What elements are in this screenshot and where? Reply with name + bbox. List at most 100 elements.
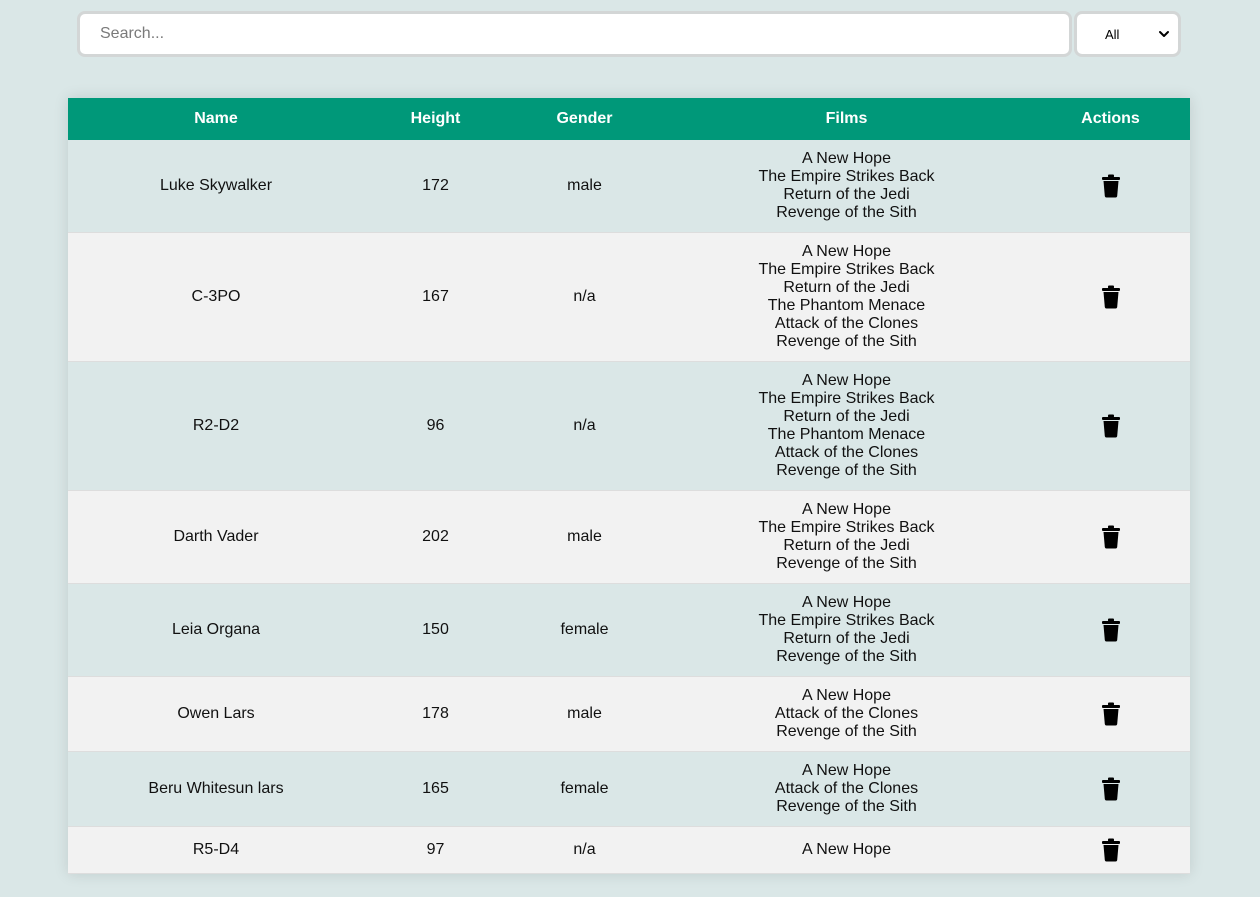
cell-films: A New Hope Attack of the Clones Revenge of… — [662, 677, 1031, 752]
film-item: Revenge of the Sith — [776, 462, 917, 479]
table-row: Beru Whitesun lars 165 female A New Hope Att… — [68, 751, 1190, 827]
film-item: A New Hope — [802, 243, 891, 260]
films-list: A New Hope The Empire Strikes Back Return … — [662, 594, 1031, 666]
films-list: A New Hope The Empire Strikes Back Return … — [662, 501, 1031, 573]
table-row: Luke Skywalker 172 male A New Hope The Empir… — [68, 140, 1190, 233]
film-item: Return of the Jedi — [783, 279, 910, 296]
filter-select[interactable]: All — [1074, 11, 1181, 57]
film-item: The Phantom Menace — [767, 297, 926, 314]
films-list: A New Hope The Empire Strikes Back Return … — [662, 243, 1031, 351]
cell-gender: male — [567, 528, 602, 545]
cell-gender: n/a — [573, 288, 596, 305]
cell-height: 167 — [422, 288, 449, 305]
column-header-name[interactable]: Name — [68, 98, 364, 140]
trash-icon[interactable] — [1100, 524, 1122, 550]
chevron-down-icon — [1158, 28, 1170, 40]
cell-gender: n/a — [573, 417, 596, 434]
search-input[interactable] — [77, 11, 1072, 57]
film-item: A New Hope — [802, 841, 891, 858]
table-row: R2-D2 96 n/a A New Hope The Empire Strikes B… — [68, 361, 1190, 491]
cell-actions — [1031, 491, 1190, 584]
column-header-gender[interactable]: Gender — [507, 98, 662, 140]
film-item: Revenge of the Sith — [776, 333, 917, 350]
cell-height: 97 — [426, 841, 445, 858]
cell-height: 172 — [422, 177, 449, 194]
cell-films: A New Hope Attack of the Clones Revenge of… — [662, 752, 1031, 827]
film-item: The Empire Strikes Back — [758, 390, 935, 407]
cell-gender: female — [560, 780, 609, 797]
film-item: Return of the Jedi — [783, 537, 910, 554]
film-item: The Phantom Menace — [767, 426, 926, 443]
film-item: Revenge of the Sith — [776, 798, 917, 815]
film-item: A New Hope — [802, 762, 891, 779]
cell-films: A New Hope The Empire Strikes Back Return … — [662, 140, 1031, 233]
film-item: A New Hope — [802, 501, 891, 518]
table-row: Owen Lars 178 male A New Hope Attack of the … — [68, 676, 1190, 752]
film-item: A New Hope — [802, 372, 891, 389]
cell-name: Beru Whitesun lars — [148, 780, 284, 797]
table-row: R5-D4 97 n/a A New Hope — [68, 826, 1190, 874]
trash-icon[interactable] — [1100, 284, 1122, 310]
cell-actions — [1031, 584, 1190, 677]
film-item: Attack of the Clones — [774, 444, 919, 461]
cell-height: 165 — [422, 780, 449, 797]
film-item: The Empire Strikes Back — [758, 261, 935, 278]
trash-icon[interactable] — [1100, 173, 1122, 199]
cell-height: 96 — [426, 417, 445, 434]
cell-gender: male — [567, 705, 602, 722]
films-list: A New Hope — [662, 841, 1031, 859]
film-item: Return of the Jedi — [783, 630, 910, 647]
cell-actions — [1031, 233, 1190, 362]
column-header-height[interactable]: Height — [364, 98, 507, 140]
cell-films: A New Hope The Empire Strikes Back Return … — [662, 584, 1031, 677]
film-item: A New Hope — [802, 687, 891, 704]
film-item: Revenge of the Sith — [776, 555, 917, 572]
film-item: Attack of the Clones — [774, 780, 919, 797]
cell-actions — [1031, 677, 1190, 752]
table-row: Darth Vader 202 male A New Hope The Empire S… — [68, 490, 1190, 584]
films-list: A New Hope Attack of the Clones Revenge of… — [662, 687, 1031, 741]
films-list: A New Hope The Empire Strikes Back Return … — [662, 372, 1031, 480]
filter-selected-value: All — [1105, 26, 1120, 42]
film-item: Revenge of the Sith — [776, 648, 917, 665]
film-item: Return of the Jedi — [783, 186, 910, 203]
characters-table: Name Height Gender Films Actions Luke Sk… — [68, 98, 1190, 874]
cell-films: A New Hope The Empire Strikes Back Return … — [662, 362, 1031, 491]
trash-icon[interactable] — [1100, 837, 1122, 863]
trash-icon[interactable] — [1100, 617, 1122, 643]
film-item: Revenge of the Sith — [776, 723, 917, 740]
film-item: Revenge of the Sith — [776, 204, 917, 221]
films-list: A New Hope The Empire Strikes Back Return … — [662, 150, 1031, 222]
cell-films: A New Hope The Empire Strikes Back Return … — [662, 233, 1031, 362]
film-item: Attack of the Clones — [774, 315, 919, 332]
film-item: Attack of the Clones — [774, 705, 919, 722]
column-header-films[interactable]: Films — [662, 98, 1031, 140]
cell-actions — [1031, 140, 1190, 233]
film-item: The Empire Strikes Back — [758, 519, 935, 536]
toolbar: All — [77, 11, 1181, 57]
trash-icon[interactable] — [1100, 413, 1122, 439]
cell-height: 202 — [422, 528, 449, 545]
film-item: The Empire Strikes Back — [758, 612, 935, 629]
trash-icon[interactable] — [1100, 701, 1122, 727]
cell-name: Luke Skywalker — [159, 177, 273, 194]
film-item: A New Hope — [802, 150, 891, 167]
column-header-actions: Actions — [1031, 98, 1190, 140]
film-item: The Empire Strikes Back — [758, 168, 935, 185]
cell-films: A New Hope The Empire Strikes Back Return … — [662, 491, 1031, 584]
cell-name: Owen Lars — [177, 705, 255, 722]
cell-actions — [1031, 827, 1190, 874]
cell-gender: male — [567, 177, 602, 194]
cell-name: R5-D4 — [192, 841, 240, 858]
trash-icon[interactable] — [1100, 776, 1122, 802]
table-row: Leia Organa 150 female A New Hope The Empire… — [68, 583, 1190, 677]
cell-gender: n/a — [573, 841, 596, 858]
film-item: A New Hope — [802, 594, 891, 611]
cell-actions — [1031, 752, 1190, 827]
films-list: A New Hope Attack of the Clones Revenge of… — [662, 762, 1031, 816]
cell-height: 178 — [422, 705, 449, 722]
cell-name: Darth Vader — [173, 528, 259, 545]
cell-name: C-3PO — [191, 288, 241, 305]
cell-name: Leia Organa — [171, 621, 261, 638]
cell-height: 150 — [422, 621, 449, 638]
